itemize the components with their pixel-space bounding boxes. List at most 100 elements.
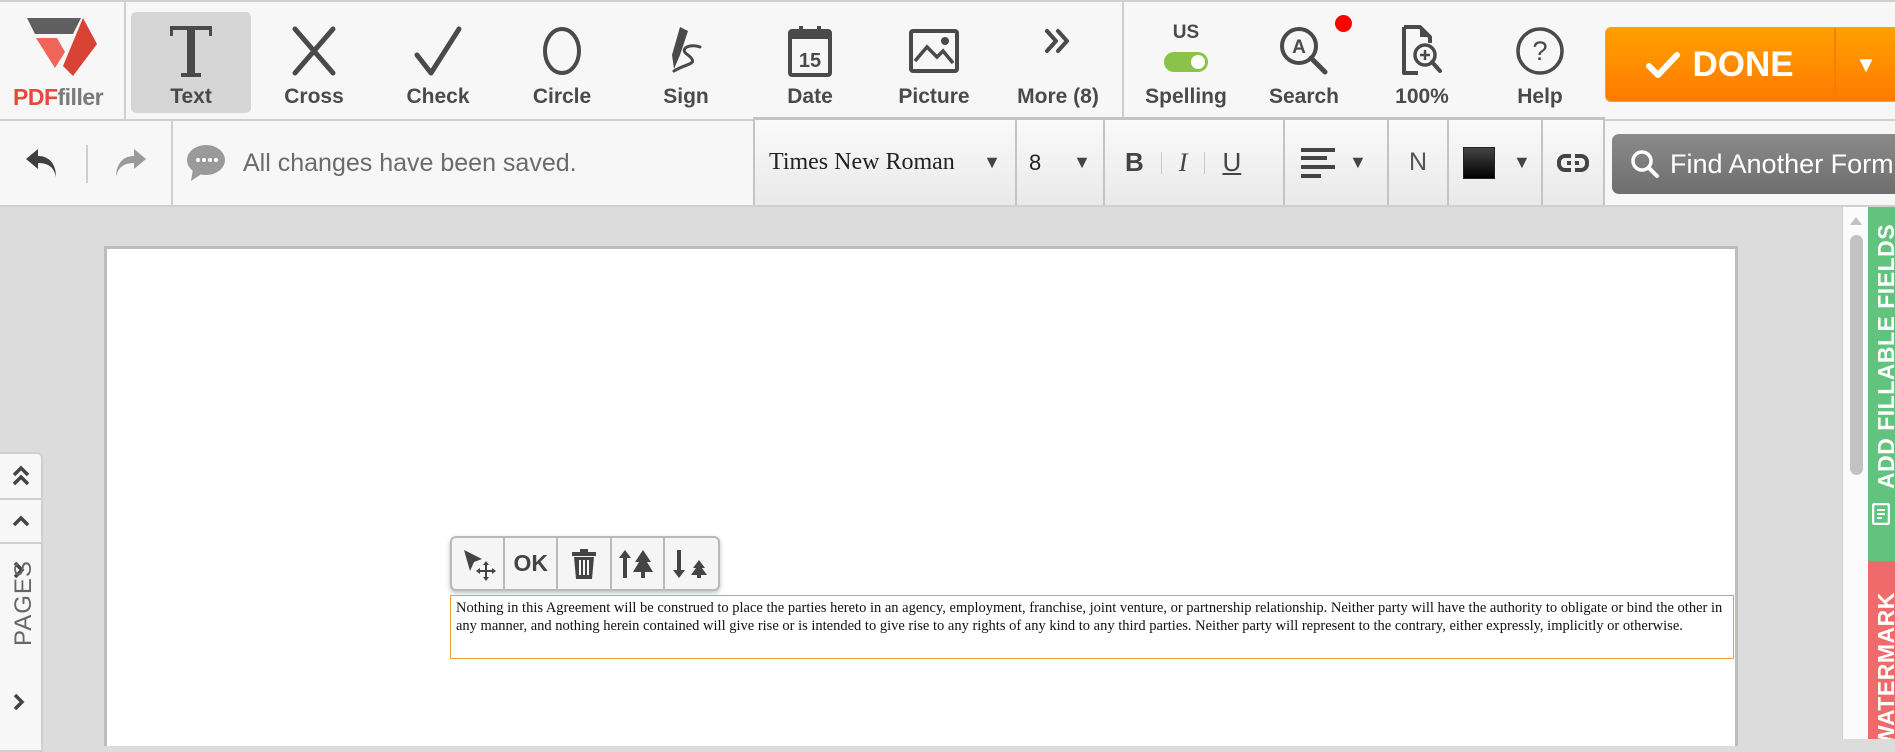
tool-picture[interactable]: Picture bbox=[874, 12, 994, 113]
tool-label: Text bbox=[170, 85, 212, 108]
tool-label: More (8) bbox=[1017, 85, 1099, 108]
tool-label: 100% bbox=[1395, 85, 1449, 108]
link-button[interactable] bbox=[1543, 120, 1605, 205]
toggle-switch[interactable] bbox=[1164, 52, 1208, 72]
text-box-toolbar: OK bbox=[450, 536, 720, 591]
save-status-text: All changes have been saved. bbox=[243, 148, 577, 177]
divider bbox=[1204, 151, 1206, 174]
check-icon bbox=[414, 26, 462, 76]
text-color-select[interactable]: ▼ bbox=[1449, 120, 1543, 205]
font-family-value: Times New Roman bbox=[769, 149, 955, 175]
ok-label: OK bbox=[513, 550, 549, 576]
calendar-icon: 15 bbox=[788, 26, 832, 77]
help-question-icon: ? bbox=[1516, 27, 1564, 75]
circle-icon bbox=[543, 27, 581, 75]
tool-cross[interactable]: Cross bbox=[254, 12, 374, 113]
previous-page-button[interactable] bbox=[0, 500, 41, 544]
font-family-select[interactable]: Times New Roman ▼ bbox=[755, 120, 1017, 205]
double-chevron-right-icon bbox=[1045, 29, 1069, 53]
send-to-back-icon bbox=[673, 549, 708, 578]
first-page-button[interactable] bbox=[0, 454, 41, 500]
text-style-normal-button[interactable]: N bbox=[1389, 120, 1449, 205]
secondary-toolbar: All changes have been saved. Times New R… bbox=[0, 117, 1895, 207]
underline-button[interactable]: U bbox=[1222, 147, 1241, 178]
tool-label: Check bbox=[406, 85, 470, 108]
search-button[interactable]: A Search bbox=[1244, 12, 1364, 113]
tool-date[interactable]: 15 Date bbox=[750, 12, 870, 113]
trash-icon bbox=[572, 548, 596, 579]
alignment-select[interactable]: ▼ bbox=[1285, 120, 1389, 205]
add-fillable-fields-tab[interactable]: ADD FILLABLE FIELDS bbox=[1868, 207, 1895, 561]
save-status: All changes have been saved. bbox=[173, 121, 753, 205]
scrollbar-thumb[interactable] bbox=[1850, 235, 1863, 475]
tool-label: Picture bbox=[898, 85, 970, 108]
tool-text[interactable]: Text bbox=[131, 12, 251, 113]
image-icon bbox=[909, 29, 959, 73]
move-button[interactable] bbox=[452, 538, 506, 589]
spelling-locale: US bbox=[1172, 22, 1200, 43]
tool-label: Search bbox=[1268, 85, 1340, 108]
expand-pages-chevron[interactable] bbox=[12, 692, 26, 717]
logo-wordmark: PDFfiller bbox=[13, 84, 104, 110]
watermark-tab[interactable]: WATERMARK bbox=[1868, 561, 1895, 739]
double-chevron-up-icon bbox=[12, 465, 29, 486]
undo-button[interactable] bbox=[24, 145, 60, 184]
italic-button[interactable]: I bbox=[1179, 148, 1188, 178]
done-button[interactable]: DONE ▼ bbox=[1605, 27, 1895, 102]
signature-pen-icon bbox=[672, 27, 702, 73]
svg-text:A: A bbox=[1292, 37, 1306, 58]
notification-dot bbox=[1335, 15, 1352, 32]
tool-label: Cross bbox=[284, 85, 344, 108]
move-cursor-icon bbox=[463, 549, 496, 581]
color-swatch bbox=[1463, 146, 1495, 179]
text-style-group: B I U bbox=[1105, 120, 1285, 205]
watermark-label: WATERMARK bbox=[1873, 592, 1895, 739]
delete-button[interactable] bbox=[558, 538, 612, 589]
tool-check[interactable]: Check bbox=[378, 12, 498, 113]
font-size-select[interactable]: 8 ▼ bbox=[1017, 120, 1105, 205]
document-page[interactable] bbox=[104, 246, 1738, 746]
tool-label: Date bbox=[787, 85, 833, 108]
find-another-form-label: Find Another Form bbox=[1670, 148, 1894, 179]
font-size-value: 8 bbox=[1029, 149, 1042, 175]
history-controls bbox=[0, 121, 173, 205]
done-dropdown-caret-icon[interactable]: ▼ bbox=[1836, 28, 1895, 101]
chevron-right-icon bbox=[13, 693, 25, 711]
pdffiller-logo[interactable]: PDFfiller bbox=[0, 2, 126, 121]
tool-circle[interactable]: Circle bbox=[502, 12, 622, 113]
help-button[interactable]: ? Help bbox=[1480, 12, 1600, 113]
spelling-toggle[interactable]: US Spelling bbox=[1126, 12, 1246, 113]
chevron-down-icon: ▼ bbox=[1513, 152, 1531, 172]
chat-bubble-icon bbox=[187, 145, 225, 181]
calendar-day: 15 bbox=[799, 50, 821, 72]
vertical-scrollbar[interactable] bbox=[1842, 207, 1868, 739]
redo-button[interactable] bbox=[112, 145, 148, 184]
tool-more[interactable]: More (8) bbox=[998, 12, 1118, 113]
chevron-down-icon: ▼ bbox=[983, 152, 1001, 172]
tool-label: Sign bbox=[663, 85, 709, 108]
cross-icon bbox=[292, 26, 336, 76]
text-icon bbox=[170, 26, 212, 77]
undo-icon bbox=[26, 149, 56, 177]
format-bar: Times New Roman ▼ 8 ▼ B I U ▼ N ▼ bbox=[753, 117, 1605, 205]
bold-button[interactable]: B bbox=[1125, 147, 1144, 178]
tool-sign[interactable]: Sign bbox=[626, 12, 746, 113]
redo-icon bbox=[116, 149, 146, 177]
scroll-up-arrow-icon[interactable] bbox=[1850, 217, 1862, 225]
send-backward-button[interactable] bbox=[665, 538, 718, 589]
find-another-form-button[interactable]: Find Another Form bbox=[1612, 134, 1895, 194]
ok-button[interactable]: OK bbox=[505, 538, 559, 589]
normal-style-label: N bbox=[1408, 148, 1428, 176]
bring-forward-button[interactable] bbox=[612, 538, 665, 589]
done-label: DONE bbox=[1692, 44, 1794, 84]
toolbar-divider bbox=[1122, 2, 1124, 121]
pages-panel-label[interactable]: PAGES bbox=[10, 560, 38, 646]
bring-to-front-icon bbox=[619, 549, 654, 578]
document-text-field[interactable]: Nothing in this Agreement will be constr… bbox=[450, 595, 1734, 659]
divider bbox=[1160, 151, 1162, 174]
add-fillable-fields-label: ADD FILLABLE FIELDS bbox=[1873, 223, 1895, 489]
checkmark-icon bbox=[1646, 51, 1681, 78]
zoom-button[interactable]: 100% bbox=[1362, 12, 1482, 113]
svg-text:?: ? bbox=[1532, 36, 1547, 66]
form-fields-icon bbox=[1872, 503, 1890, 525]
